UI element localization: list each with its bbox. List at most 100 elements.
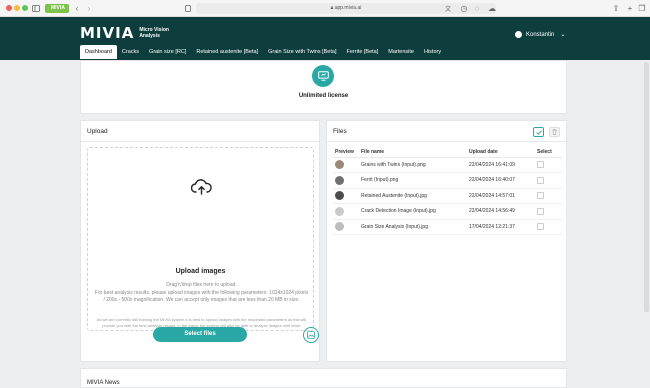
license-label: Unlimited license <box>298 93 349 99</box>
tab-group-badge[interactable]: MIVIA <box>45 4 69 13</box>
drop-zone[interactable]: Upload images Drag'n'drop files here to … <box>87 147 314 333</box>
column-header-file-name: File name <box>359 147 467 158</box>
tab-ferrite[interactable]: Ferrite [Beta] <box>341 45 383 59</box>
tab-grain-size[interactable]: Grain size [RC] <box>144 45 191 59</box>
tab-history[interactable]: History <box>419 45 446 59</box>
column-header-preview: Preview <box>333 147 359 158</box>
license-icon <box>312 65 334 87</box>
table-row[interactable]: Ferrit (Input).png 22/04/2024 16:40:07 <box>333 172 562 189</box>
select-checkbox[interactable] <box>537 207 544 215</box>
files-panel: Files Preview File name Upload date Sele… <box>326 120 567 362</box>
logo-subtitle: Micro Vision Analysis <box>139 27 169 39</box>
table-row[interactable]: Grains with Twins (Input).png 22/04/2024 … <box>333 157 562 173</box>
file-thumbnail[interactable] <box>335 160 344 170</box>
file-name-cell: Retained Austenite (Input).jpg <box>359 188 467 204</box>
cloud-upload-icon <box>191 179 212 195</box>
page-icon <box>184 3 191 14</box>
select-cell <box>535 203 562 220</box>
minimize-window-button[interactable] <box>14 5 20 11</box>
upload-date-cell: 22/04/2024 16:41:09 <box>467 157 535 173</box>
nav-tabs: Dashboard Cracks Grain size [RC] Retaine… <box>80 45 446 59</box>
news-panel: MIVIA News <box>80 368 567 388</box>
table-row[interactable]: Grain Size Analysis (Input).jpg 17/04/202… <box>333 219 562 235</box>
cloud-icon[interactable]: ☁ <box>487 3 497 14</box>
share-icon[interactable]: ⇪ <box>612 3 620 14</box>
table-row[interactable]: Crack Detection Image (Input).jpg 22/04/2… <box>333 203 562 220</box>
preview-cell <box>333 188 359 204</box>
file-thumbnail[interactable] <box>335 191 344 201</box>
file-name-cell: Crack Detection Image (Input).jpg <box>359 203 467 220</box>
file-thumbnail[interactable] <box>335 222 344 232</box>
trash-icon <box>552 129 557 135</box>
file-thumbnail[interactable] <box>335 175 344 185</box>
back-icon[interactable]: ‹ <box>74 3 80 14</box>
upload-date-cell: 22/04/2024 16:40:07 <box>467 172 535 189</box>
tab-martensite[interactable]: Martensite <box>383 45 419 59</box>
preview-cell <box>333 157 359 173</box>
image-help-button[interactable] <box>303 327 319 343</box>
select-cell <box>535 172 562 189</box>
tab-dashboard[interactable]: Dashboard <box>80 45 117 59</box>
dashboard-content: Unlimited license Upload Upload images D… <box>80 60 567 388</box>
upload-date-cell: 22/04/2024 14:56:49 <box>467 203 535 220</box>
chevron-down-icon: ⌄ <box>560 32 566 38</box>
upload-title: Upload <box>87 128 108 135</box>
tab-retained-austenite[interactable]: Retained austenite [Beta] <box>191 45 263 59</box>
url-text: app.mivia.ai <box>334 5 362 11</box>
preview-cell <box>333 172 359 189</box>
files-table: Preview File name Upload date Select Gra… <box>333 147 562 235</box>
tab-overview-icon[interactable]: ❐ <box>638 3 646 14</box>
table-header-row: Preview File name Upload date Select <box>333 147 562 158</box>
upload-hint: Drag'n'drop files here to upload. <box>166 282 237 288</box>
preview-cell <box>333 219 359 235</box>
logo-wordmark: MIVIA <box>80 24 135 42</box>
license-card: Unlimited license <box>80 60 567 114</box>
files-title: Files <box>333 128 347 135</box>
translate-icon[interactable]: 文 <box>444 3 452 14</box>
preview-cell <box>333 203 359 220</box>
maximize-window-button[interactable] <box>22 5 28 11</box>
upload-description: For best analysis results, please upload… <box>94 290 309 303</box>
forward-icon[interactable]: › <box>86 3 92 14</box>
close-window-button[interactable] <box>6 5 12 11</box>
sidebar-icon[interactable] <box>32 3 40 14</box>
select-checkbox[interactable] <box>537 176 544 184</box>
select-cell <box>535 157 562 173</box>
check-icon <box>535 129 542 135</box>
image-icon <box>307 331 315 339</box>
select-checkbox[interactable] <box>537 161 544 169</box>
avatar <box>515 31 522 38</box>
scrollbar[interactable] <box>644 62 649 312</box>
column-header-select: Select <box>535 147 562 158</box>
news-title: MIVIA News <box>87 380 120 386</box>
file-name-cell: Grains with Twins (Input).png <box>359 157 467 173</box>
shield-icon[interactable]: ◌ <box>473 3 481 14</box>
user-name: Konstantin <box>526 31 555 38</box>
upload-date-cell: 17/04/2024 12:21:37 <box>467 219 535 235</box>
browser-toolbar: MIVIA ‹ › 🔒︎ app.mivia.ai 文 ◷ ◌ ☁ ⇪ + ❐ <box>0 0 650 17</box>
table-row[interactable]: Retained Austenite (Input).jpg 22/04/2024… <box>333 188 562 204</box>
select-cell <box>535 188 562 204</box>
upload-panel: Upload Upload images Drag'n'drop files h… <box>80 120 320 362</box>
upload-date-cell: 22/04/2024 14:57:01 <box>467 188 535 204</box>
divider <box>327 141 566 142</box>
lock-icon: 🔒︎ <box>330 5 334 11</box>
file-name-cell: Ferrit (Input).png <box>359 172 467 189</box>
file-thumbnail[interactable] <box>335 206 344 216</box>
tab-cracks[interactable]: Cracks <box>117 45 144 59</box>
divider <box>81 141 319 142</box>
logo[interactable]: MIVIA Micro Vision Analysis <box>80 24 183 42</box>
user-menu[interactable]: Konstantin ⌄ <box>515 31 565 38</box>
file-name-cell: Grain Size Analysis (Input).jpg <box>359 219 467 235</box>
select-files-button[interactable]: Select files <box>153 327 247 342</box>
history-icon[interactable]: ◷ <box>460 3 468 14</box>
select-all-button[interactable] <box>533 127 544 137</box>
select-checkbox[interactable] <box>537 192 544 200</box>
upload-heading: Upload images <box>175 268 226 275</box>
select-cell <box>535 219 562 235</box>
tab-grain-size-twins[interactable]: Grain Size with Twins [Beta] <box>263 45 341 59</box>
new-tab-icon[interactable]: + <box>626 3 634 14</box>
delete-button[interactable] <box>549 127 560 137</box>
column-header-upload-date: Upload date <box>467 147 535 158</box>
select-checkbox[interactable] <box>537 223 544 231</box>
